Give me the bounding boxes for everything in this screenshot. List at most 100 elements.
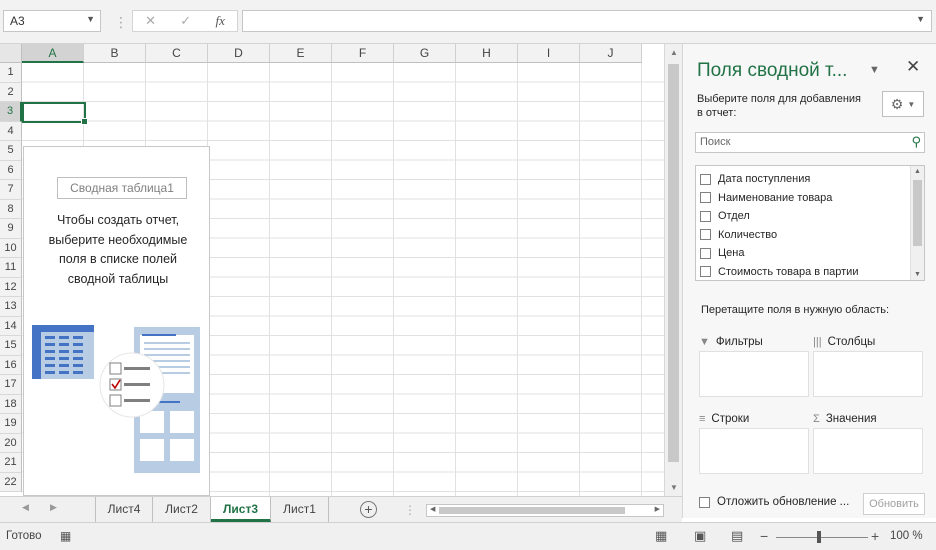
field-checkbox[interactable] [700, 210, 711, 222]
pivot-table-placeholder[interactable]: Сводная таблица1 Чтобы создать отчет, вы… [23, 146, 210, 496]
sheet-tab[interactable]: Лист2 [153, 497, 211, 522]
field-item[interactable]: Дата поступления [700, 170, 810, 188]
scroll-left-icon[interactable]: ◀ [430, 505, 435, 513]
enter-icon[interactable]: ✓ [180, 13, 191, 29]
values-area: Σ Значения [813, 410, 923, 474]
row-header[interactable]: 1 [0, 63, 22, 83]
row-header[interactable]: 14 [0, 316, 22, 336]
field-item[interactable]: Цена [700, 244, 744, 262]
row-header[interactable]: 7 [0, 180, 22, 200]
field-checkbox[interactable] [700, 173, 711, 185]
scrollbar-thumb[interactable] [439, 507, 625, 514]
values-drop-zone[interactable] [813, 428, 923, 474]
select-all-corner[interactable] [0, 44, 22, 63]
update-button[interactable]: Обновить [863, 493, 925, 515]
rows-drop-zone[interactable] [699, 428, 809, 474]
pivot-table-name: Сводная таблица1 [57, 177, 187, 199]
prev-sheet-icon[interactable]: ◀ [22, 502, 29, 513]
field-item[interactable]: Стоимость товара в партии [700, 263, 858, 281]
zoom-slider[interactable] [776, 537, 868, 538]
field-item[interactable]: Отдел [700, 207, 750, 225]
zoom-slider-thumb[interactable] [817, 531, 821, 543]
close-icon[interactable]: ✕ [906, 57, 920, 77]
name-box[interactable]: A3 ▼ [3, 10, 101, 32]
row-header[interactable]: 18 [0, 394, 22, 414]
sheet-tab-active[interactable]: Лист3 [211, 497, 271, 522]
column-header[interactable]: J [580, 44, 642, 63]
column-header[interactable]: B [84, 44, 146, 63]
field-item[interactable]: Наименование товара [700, 189, 832, 207]
field-checkbox[interactable] [700, 192, 711, 203]
row-header[interactable]: 17 [0, 375, 22, 395]
splitter-icon[interactable]: ⋮ [404, 503, 416, 517]
defer-update-option[interactable]: Отложить обновление ... [699, 496, 849, 508]
row-header[interactable]: 22 [0, 472, 22, 492]
row-header[interactable]: 10 [0, 238, 22, 258]
columns-drop-zone[interactable] [813, 351, 923, 397]
tools-button[interactable]: ⚙ ▼ [882, 91, 924, 117]
row-header[interactable]: 9 [0, 219, 22, 239]
row-header[interactable]: 11 [0, 258, 22, 278]
horizontal-scrollbar[interactable]: ◀ ▶ [426, 504, 664, 517]
field-label: Стоимость товара в партии [718, 265, 859, 278]
row-header[interactable]: 4 [0, 121, 22, 141]
formula-input[interactable]: ▼ [242, 10, 932, 32]
field-search-input[interactable]: Поиск ⚲ [695, 132, 925, 153]
scroll-up-icon[interactable]: ▲ [914, 168, 921, 175]
vertical-scrollbar[interactable]: ▲ ▼ [664, 44, 682, 496]
row-header[interactable]: 12 [0, 277, 22, 297]
scrollbar-thumb[interactable] [668, 64, 679, 462]
sheet-tab[interactable]: Лист1 [271, 497, 329, 522]
row-header[interactable]: 20 [0, 433, 22, 453]
row-header[interactable]: 5 [0, 141, 22, 161]
defer-update-checkbox[interactable] [699, 496, 710, 508]
scroll-right-icon[interactable]: ▶ [655, 505, 660, 513]
pivot-hint-line: выберите необходимые [48, 232, 188, 247]
next-sheet-icon[interactable]: ▶ [50, 502, 57, 513]
column-header[interactable]: A [22, 44, 84, 63]
zoom-in-icon[interactable]: + [871, 528, 879, 544]
scrollbar-thumb[interactable] [913, 180, 922, 246]
row-header[interactable]: 15 [0, 336, 22, 356]
scroll-up-icon[interactable]: ▲ [670, 48, 678, 57]
column-header[interactable]: E [270, 44, 332, 63]
column-header[interactable]: I [518, 44, 580, 63]
column-header[interactable]: F [332, 44, 394, 63]
field-checkbox[interactable] [700, 247, 711, 259]
row-header[interactable]: 6 [0, 160, 22, 180]
zoom-level[interactable]: 100 % [890, 530, 923, 542]
scroll-down-icon[interactable]: ▼ [914, 271, 921, 278]
page-break-view-icon[interactable]: ▤ [731, 528, 743, 544]
add-sheet-icon[interactable]: + [360, 501, 377, 518]
active-cell[interactable] [22, 102, 88, 125]
macro-record-icon[interactable]: ▦ [60, 529, 71, 543]
field-checkbox[interactable] [700, 266, 711, 277]
search-icon[interactable]: ⚲ [911, 134, 921, 150]
sheet-tab[interactable]: Лист4 [95, 497, 153, 522]
field-checkbox[interactable] [700, 229, 711, 240]
normal-view-icon[interactable]: ▦ [655, 528, 667, 544]
fields-scrollbar[interactable]: ▲ ▼ [910, 166, 924, 280]
column-header[interactable]: D [208, 44, 270, 63]
row-header[interactable]: 21 [0, 453, 22, 473]
choose-fields-label: Выберите поля для добавления в отчет: [697, 93, 862, 119]
column-header[interactable]: H [456, 44, 518, 63]
expand-formula-icon[interactable]: ▼ [916, 14, 925, 24]
column-header[interactable]: C [146, 44, 208, 63]
row-header[interactable]: 8 [0, 199, 22, 219]
insert-function-icon[interactable]: fx [215, 13, 224, 29]
row-header[interactable]: 19 [0, 414, 22, 434]
row-header[interactable]: 16 [0, 355, 22, 375]
cancel-icon[interactable]: ✕ [145, 13, 156, 29]
chevron-down-icon[interactable]: ▼ [86, 14, 95, 24]
page-layout-view-icon[interactable]: ▣ [694, 528, 706, 544]
column-header[interactable]: G [394, 44, 456, 63]
zoom-out-icon[interactable]: − [760, 528, 768, 544]
field-item[interactable]: Количество [700, 226, 777, 244]
row-header[interactable]: 13 [0, 297, 22, 317]
scroll-down-icon[interactable]: ▼ [670, 483, 678, 492]
row-header[interactable]: 2 [0, 82, 22, 102]
panel-options-icon[interactable]: ▼ [869, 64, 880, 76]
row-header[interactable]: 3 [0, 102, 22, 122]
filters-drop-zone[interactable] [699, 351, 809, 397]
